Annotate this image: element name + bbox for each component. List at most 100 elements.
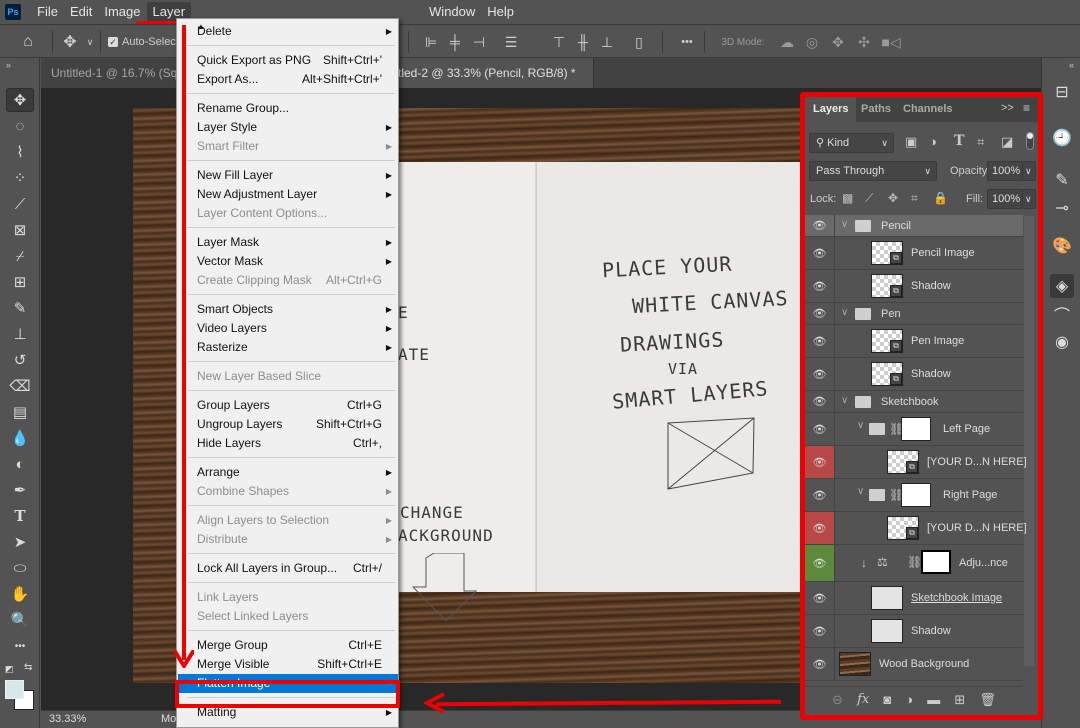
menu-item-new-fill-layer[interactable]: New Fill Layer ▶ — [178, 166, 398, 185]
visibility-eye-icon[interactable]: 👁 — [805, 270, 835, 302]
menu-item-lock-all-layers-in-group[interactable]: Lock All Layers in Group... Ctrl+/ — [178, 559, 398, 578]
properties-panel-icon[interactable]: ⊟ — [1050, 80, 1074, 104]
ellipse-tool-icon[interactable]: ⬭ — [6, 556, 34, 580]
layer-row[interactable]: 👁 ∨ Sketchbook — [805, 391, 1023, 413]
foreground-color-swatch[interactable] — [5, 680, 24, 699]
more-options-icon[interactable]: ••• — [676, 31, 698, 53]
paths-panel-icon[interactable]: ⌒ — [1050, 302, 1074, 326]
filter-pixel-icon[interactable]: ▣ — [905, 134, 917, 150]
tab-untitled-2[interactable]: tled-2 @ 33.3% (Pencil, RGB/8) * × — [396, 58, 594, 110]
trash-icon[interactable]: 🗑 — [979, 692, 996, 708]
layer-row[interactable]: 👁 ⧉ Pencil Image — [805, 237, 1023, 270]
panel-menu-icon[interactable]: ≡ — [1023, 101, 1030, 115]
layer-mask-thumbnail[interactable] — [921, 550, 951, 574]
tab-paths[interactable]: Paths — [853, 96, 899, 122]
expand-toolbar-icon[interactable]: » — [6, 60, 11, 70]
more-tools-icon[interactable]: ••• — [6, 634, 34, 658]
opacity-input[interactable]: 100% — [987, 161, 1023, 181]
new-adjustment-icon[interactable]: ◑ — [905, 692, 913, 707]
menu-file[interactable]: File — [31, 2, 64, 22]
filter-toggle[interactable] — [1026, 132, 1034, 150]
panel-overflow-icon[interactable]: >> — [1001, 102, 1014, 114]
menu-item-group-layers[interactable]: Group Layers Ctrl+G — [178, 396, 398, 415]
fx-icon[interactable]: fx — [857, 692, 869, 707]
visibility-eye-icon[interactable]: 👁 — [805, 303, 835, 324]
layer-row[interactable]: 👁 ∨ ⛓ Left Page — [805, 413, 1023, 446]
menu-item-layer-mask[interactable]: Layer Mask ▶ — [178, 233, 398, 252]
layers-scrollbar[interactable] — [1024, 216, 1034, 666]
align-right-icon[interactable]: ⊣ — [470, 31, 488, 53]
menu-edit[interactable]: Edit — [64, 2, 98, 22]
layer-row[interactable]: 👁 Shadow — [805, 615, 1023, 648]
menu-image[interactable]: Image — [98, 2, 146, 22]
layer-row[interactable]: 👁 ∨ Pen — [805, 303, 1023, 325]
menu-help[interactable]: Help — [481, 2, 520, 22]
menu-item-merge-visible[interactable]: Merge Visible Shift+Ctrl+E — [178, 655, 398, 674]
layer-row[interactable]: 👁 Wood Background — [805, 648, 1023, 681]
channels-panel-icon[interactable]: ◉ — [1050, 330, 1074, 354]
layer-mask-thumbnail[interactable] — [901, 483, 931, 507]
add-mask-icon[interactable]: ◙ — [883, 692, 891, 707]
menu-item-rename-group[interactable]: Rename Group... — [178, 99, 398, 118]
menu-item-layer-style[interactable]: Layer Style ▶ — [178, 118, 398, 137]
crop-tool-icon[interactable]: ⟋ — [6, 192, 34, 216]
frame-tool-icon[interactable]: ⊠ — [6, 218, 34, 242]
align-middle-v-icon[interactable]: ╫ — [574, 31, 592, 53]
color-balance-icon[interactable]: ⚖ — [877, 555, 888, 569]
layer-row[interactable]: 👁 ⧉ Pen Image — [805, 325, 1023, 358]
brush-tool-icon[interactable]: ✎ — [6, 296, 34, 320]
3d-pan-icon[interactable]: ✥ — [828, 31, 848, 53]
menu-item-flatten-image[interactable]: Flatten Image — [178, 674, 398, 693]
menu-item-delete[interactable]: Delete ▶ — [178, 22, 398, 41]
3d-slide-icon[interactable]: ✣ — [854, 31, 874, 53]
lock-pixels-icon[interactable]: ⟋ — [865, 191, 873, 206]
filter-adjustment-icon[interactable]: ◑ — [929, 134, 937, 149]
layer-row[interactable]: 👁 ⧉ [YOUR D...N HERE] — [805, 446, 1027, 479]
blend-mode-dropdown[interactable]: Pass Through ∨ — [809, 161, 937, 181]
eyedropper-tool-icon[interactable]: ⌿ — [6, 244, 34, 268]
layer-row[interactable]: 👁 ⧉ [YOUR D...N HERE] — [805, 512, 1027, 545]
visibility-eye-icon[interactable]: 👁 — [805, 582, 835, 614]
visibility-eye-icon[interactable]: 👁 — [805, 325, 835, 357]
expand-chevron-icon[interactable]: ∨ — [857, 486, 864, 497]
filter-shape-icon[interactable]: ⌗ — [977, 134, 984, 150]
visibility-eye-icon[interactable]: 👁 — [805, 545, 835, 581]
hand-tool-icon[interactable]: ✋ — [6, 582, 34, 606]
menu-item-merge-group[interactable]: Merge Group Ctrl+E — [178, 636, 398, 655]
visibility-eye-icon[interactable]: 👁 — [805, 648, 835, 680]
visibility-eye-icon[interactable]: 👁 — [805, 215, 835, 236]
pen-tool-icon[interactable]: ✒ — [6, 478, 34, 502]
visibility-eye-icon[interactable]: 👁 — [805, 413, 835, 445]
visibility-eye-icon[interactable]: 👁 — [805, 237, 835, 269]
align-bottom-icon[interactable]: ⊥ — [598, 31, 616, 53]
align-left-icon[interactable]: ⊫ — [422, 31, 440, 53]
zoom-tool-icon[interactable]: 🔍 — [6, 608, 34, 632]
layer-row[interactable]: 👁 ∨ ⛓ Right Page — [805, 479, 1023, 512]
path-selection-tool-icon[interactable]: ➤ — [6, 530, 34, 554]
menu-item-export-as[interactable]: Export As... Alt+Shift+Ctrl+' — [178, 70, 398, 89]
lasso-tool-icon[interactable]: ⌇ — [6, 140, 34, 164]
menu-item-vector-mask[interactable]: Vector Mask ▶ — [178, 252, 398, 271]
mask-link-icon[interactable]: ⛓ — [907, 555, 922, 569]
chevron-down-icon[interactable]: ∨ — [84, 31, 96, 53]
layer-row[interactable]: 👁 ↓ ⚖ ⛓ Adju...nce — [805, 545, 1023, 582]
distribute-icon[interactable]: ☰ — [502, 31, 520, 53]
visibility-eye-icon[interactable]: 👁 — [805, 615, 835, 647]
menu-item-rasterize[interactable]: Rasterize ▶ — [178, 338, 398, 357]
filter-type-icon[interactable]: T — [954, 133, 964, 149]
align-top-icon[interactable]: ⊤ — [550, 31, 568, 53]
adjustments-panel-icon[interactable]: ⊸ — [1050, 196, 1074, 220]
brush-settings-icon[interactable]: ✎ — [1050, 168, 1074, 192]
move-tool-icon[interactable]: ✥ — [6, 88, 34, 112]
align-center-h-icon[interactable]: ╪ — [446, 31, 464, 53]
menu-item-arrange[interactable]: Arrange ▶ — [178, 463, 398, 482]
layers-panel-icon[interactable]: ◈ — [1050, 274, 1074, 298]
kind-filter-dropdown[interactable]: ⚲ Kind ∨ — [809, 133, 894, 153]
lock-transparent-icon[interactable]: ▩ — [842, 191, 853, 205]
visibility-eye-icon[interactable]: 👁 — [805, 358, 835, 390]
new-group-folder-icon[interactable]: ▬ — [927, 692, 940, 707]
history-brush-tool-icon[interactable]: ↺ — [6, 348, 34, 372]
link-layers-icon[interactable]: ⊖ — [832, 692, 843, 708]
zoom-level[interactable]: 33.33% — [49, 713, 86, 725]
layer-mask-thumbnail[interactable] — [901, 417, 931, 441]
